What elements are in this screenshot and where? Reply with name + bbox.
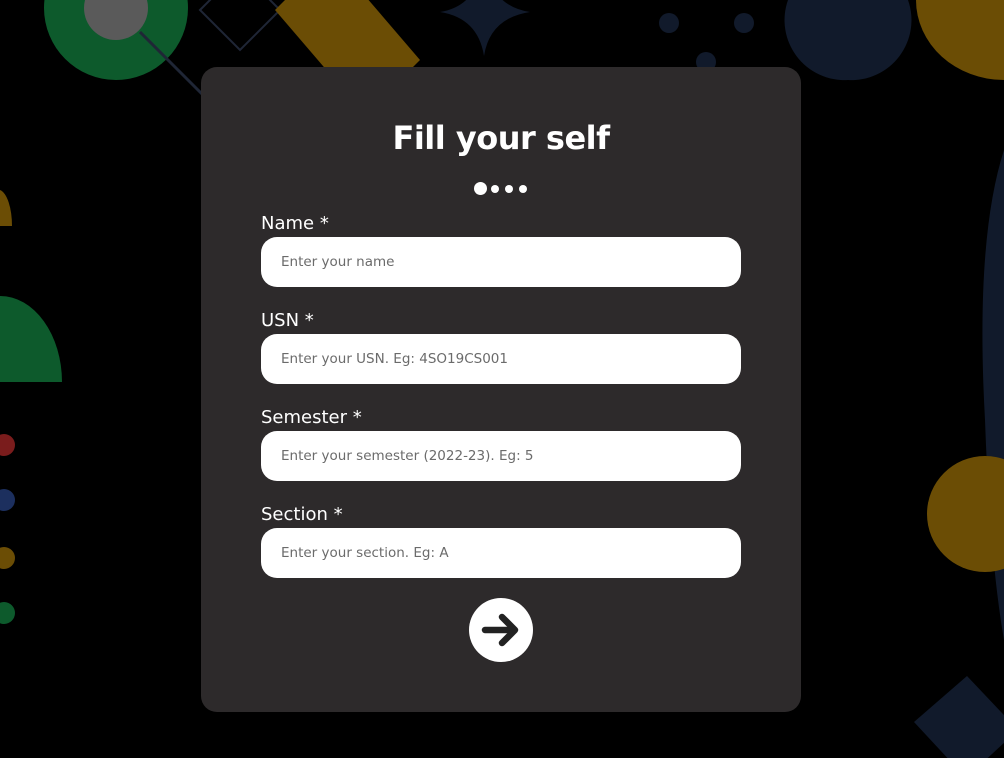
semester-input[interactable] [261,431,741,481]
usn-input[interactable] [261,334,741,384]
step-dot [491,185,499,193]
decor-dot [659,13,679,33]
decor-dot-blue [0,489,15,511]
decor-dot-green [0,602,15,624]
name-label: Name * [261,213,329,234]
next-button[interactable] [469,598,533,662]
form-card: Fill your self Name * USN * Semester * S… [201,67,801,712]
step-dot [519,185,527,193]
decor-dot-yellow [0,547,15,569]
semester-label: Semester * [261,407,362,428]
decor-star [440,0,530,56]
section-label: Section * [261,504,343,525]
arrow-right-icon [481,613,519,647]
decor-navy-semicircle [784,0,912,81]
step-dot [505,185,513,193]
decor-yellow-circle [927,456,1004,572]
form-title: Fill your self [392,119,610,157]
decor-yellow-quarter [916,0,1004,80]
step-indicator [473,181,529,197]
step-dot-active [474,182,487,195]
page: Fill your self Name * USN * Semester * S… [0,0,1004,758]
decor-dot [734,13,754,33]
decor-navy-diamond [914,676,1004,758]
decor-green-semicircle [0,296,62,382]
decor-dot-red [0,434,15,456]
decor-diamond-outline [198,0,282,52]
name-input[interactable] [261,237,741,287]
section-input[interactable] [261,528,741,578]
usn-label: USN * [261,310,314,331]
decor-yellow-arc [0,190,13,226]
